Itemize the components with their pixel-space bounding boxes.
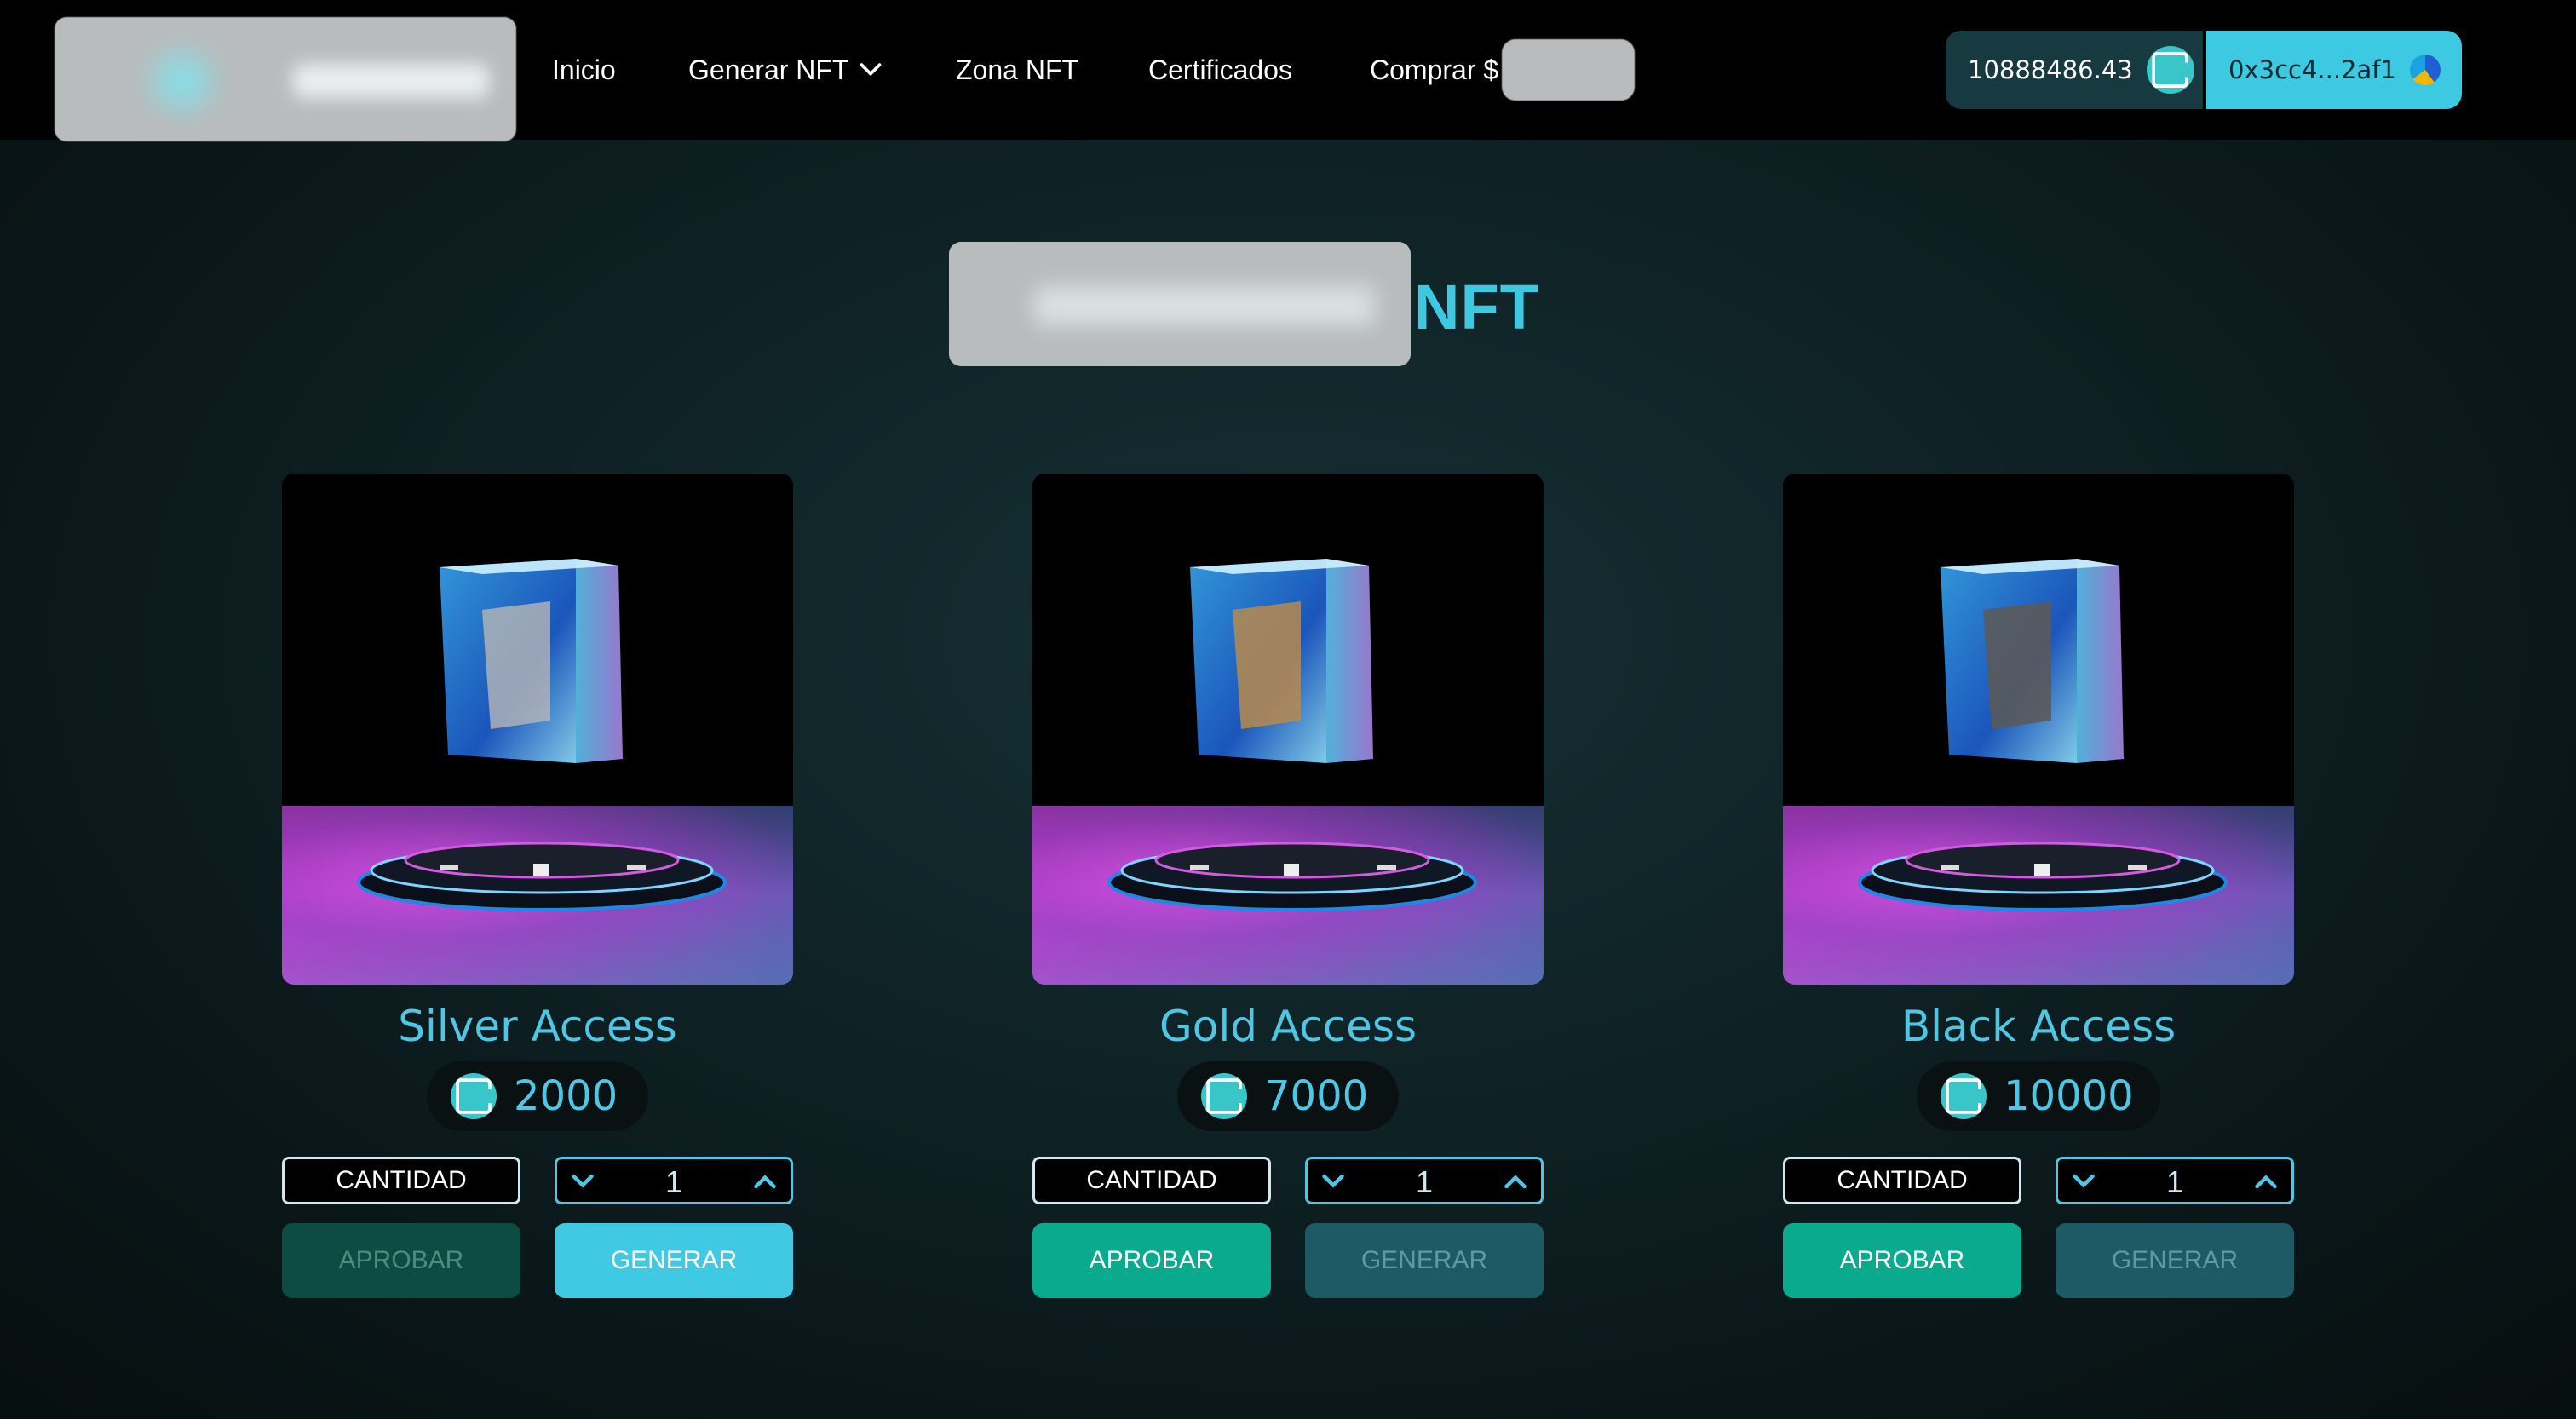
slab xyxy=(1233,601,1301,729)
platform-graphic xyxy=(1858,842,2228,911)
cube-graphic xyxy=(440,559,623,763)
price-value: 2000 xyxy=(514,1072,618,1120)
nav-item-generar-nft[interactable]: Generar NFT xyxy=(688,55,883,86)
nav-item-comprar[interactable]: Comprar $ xyxy=(1370,39,1636,101)
nav-item-inicio[interactable]: Inicio xyxy=(552,55,616,86)
nav-item-label: Zona NFT xyxy=(956,54,1079,85)
wallet-avatar-icon xyxy=(2409,55,2441,85)
logo-redacted[interactable] xyxy=(55,17,516,141)
token-coin-icon xyxy=(451,1073,497,1119)
nav-item-zona-nft[interactable]: Zona NFT xyxy=(956,55,1078,86)
nav-item-label: Comprar $ xyxy=(1370,54,1499,85)
quantity-stepper: 1 xyxy=(1305,1157,1544,1204)
quantity-stepper: 1 xyxy=(555,1157,793,1204)
price-value: 10000 xyxy=(2004,1072,2134,1120)
nft-price: 10000 xyxy=(1917,1061,2160,1131)
token-balance: 10888486.43 xyxy=(1946,31,2203,109)
slab xyxy=(1983,601,2051,729)
quantity-label: CANTIDAD xyxy=(282,1157,520,1204)
nft-card-image xyxy=(282,474,793,985)
nft-card-image xyxy=(1032,474,1544,985)
platform-graphic xyxy=(357,842,727,911)
approve-button[interactable]: APROBAR xyxy=(1783,1223,2021,1298)
nft-price: 7000 xyxy=(1177,1061,1399,1131)
balance-value: 10888486.43 xyxy=(1968,55,2133,84)
nav-item-label: Generar NFT xyxy=(688,54,849,85)
quantity-label: CANTIDAD xyxy=(1783,1157,2021,1204)
wallet-address: 0x3cc4...2af1 xyxy=(2228,55,2396,84)
chevron-down-icon xyxy=(860,63,882,76)
price-value: 7000 xyxy=(1264,1072,1369,1120)
quantity-label: CANTIDAD xyxy=(1032,1157,1271,1204)
cube-graphic xyxy=(1941,559,2124,763)
cube-graphic xyxy=(1190,559,1373,763)
platform-graphic xyxy=(1107,842,1477,911)
nft-name: Black Access xyxy=(1900,1002,2176,1051)
slab xyxy=(482,601,550,729)
nft-price: 2000 xyxy=(427,1061,648,1131)
token-coin-icon xyxy=(1941,1073,1987,1119)
nft-card-black: Black Access 10000 CANTIDAD 1 APROBAR GE… xyxy=(1783,474,2294,1308)
nft-card-image xyxy=(1783,474,2294,985)
chevron-up-icon[interactable] xyxy=(750,1166,780,1197)
approve-button[interactable]: APROBAR xyxy=(1032,1223,1271,1298)
page-title-redacted xyxy=(949,242,1411,366)
quantity-stepper: 1 xyxy=(2056,1157,2294,1204)
chevron-up-icon[interactable] xyxy=(2251,1166,2281,1197)
nav-item-label: Inicio xyxy=(552,54,616,85)
token-name-redacted xyxy=(1502,39,1636,101)
nft-name: Silver Access xyxy=(398,1002,677,1051)
nft-card-silver: Silver Access 2000 CANTIDAD 1 APROBAR GE… xyxy=(282,474,793,1308)
token-coin-icon xyxy=(2146,46,2194,94)
generate-button[interactable]: GENERAR xyxy=(555,1223,793,1298)
nft-name: Gold Access xyxy=(1159,1002,1417,1051)
token-coin-icon xyxy=(1201,1073,1247,1119)
nav-item-label: Certificados xyxy=(1148,54,1292,85)
generate-button[interactable]: GENERAR xyxy=(2056,1223,2294,1298)
top-navbar: Inicio Generar NFT Zona NFT Certificados… xyxy=(0,0,2576,141)
nav-item-certificados[interactable]: Certificados xyxy=(1148,55,1292,86)
chevron-up-icon[interactable] xyxy=(1500,1166,1531,1197)
wallet-address-button[interactable]: 0x3cc4...2af1 xyxy=(2206,31,2462,109)
page-title-suffix: NFT xyxy=(1414,272,1539,342)
nft-card-gold: Gold Access 7000 CANTIDAD 1 APROBAR GENE… xyxy=(1032,474,1544,1308)
approve-button[interactable]: APROBAR xyxy=(282,1223,520,1298)
generate-button[interactable]: GENERAR xyxy=(1305,1223,1544,1298)
